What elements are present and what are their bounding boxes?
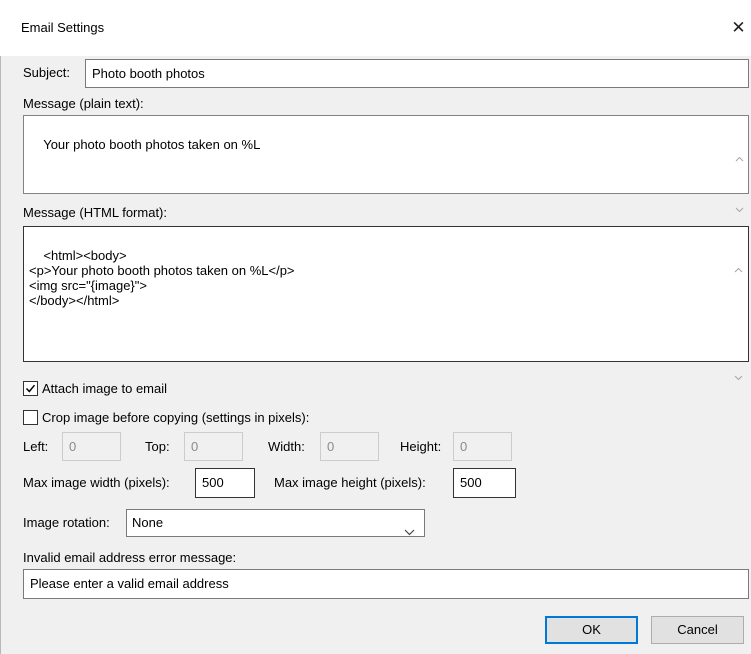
window-left-edge [0,56,1,654]
crop-left-label: Left: [23,439,49,454]
message-plain-label: Message (plain text): [23,96,144,111]
message-html-scrollbar[interactable] [730,228,747,381]
chevron-down-icon [404,519,415,545]
crop-height-label: Height: [400,439,442,454]
attach-image-checkbox[interactable] [23,381,38,396]
subject-label: Subject: [23,65,70,80]
scroll-down-icon[interactable] [735,175,744,213]
crop-left-input[interactable]: 0 [62,432,121,461]
rotation-select[interactable]: None [126,509,425,537]
email-settings-dialog: Email Settings ✕ Subject: Photo booth ph… [0,0,751,654]
checkmark-icon [25,384,36,393]
scroll-down-icon[interactable] [734,343,743,381]
title-bar: Email Settings ✕ [0,0,751,56]
rotation-selected-value: None [132,515,164,530]
ok-button[interactable]: OK [545,616,638,644]
message-html-label: Message (HTML format): [23,205,167,220]
crop-top-input[interactable]: 0 [184,432,243,461]
scroll-up-icon[interactable] [735,125,744,162]
message-plain-textarea[interactable]: Your photo booth photos taken on %L [23,115,749,213]
cancel-button[interactable]: Cancel [651,616,744,644]
invalid-email-label: Invalid email address error message: [23,550,237,565]
max-height-label: Max image height (pixels): [274,475,426,490]
invalid-email-input[interactable]: Please enter a valid email address [23,569,749,599]
message-html-textarea[interactable]: <html><body> <p>Your photo booth photos … [23,226,749,381]
max-width-input[interactable]: 500 [195,468,255,498]
crop-height-input[interactable]: 0 [453,432,512,461]
crop-width-label: Width: [268,439,305,454]
close-icon[interactable]: ✕ [726,13,751,43]
max-height-input[interactable]: 500 [453,468,516,498]
rotation-label: Image rotation: [23,515,110,530]
window-title: Email Settings [21,20,105,35]
crop-image-checkbox[interactable] [23,410,38,425]
message-html-text: <html><body> <p>Your photo booth photos … [29,248,295,308]
crop-image-label[interactable]: Crop image before copying (settings in p… [42,410,309,426]
crop-width-input[interactable]: 0 [320,432,379,461]
attach-image-label[interactable]: Attach image to email [42,381,167,397]
message-plain-scrollbar[interactable] [731,116,748,213]
message-plain-text: Your photo booth photos taken on %L [43,137,261,152]
max-width-label: Max image width (pixels): [23,475,170,490]
subject-input[interactable]: Photo booth photos [85,59,749,88]
crop-top-label: Top: [145,439,170,454]
scroll-up-icon[interactable] [734,236,743,273]
